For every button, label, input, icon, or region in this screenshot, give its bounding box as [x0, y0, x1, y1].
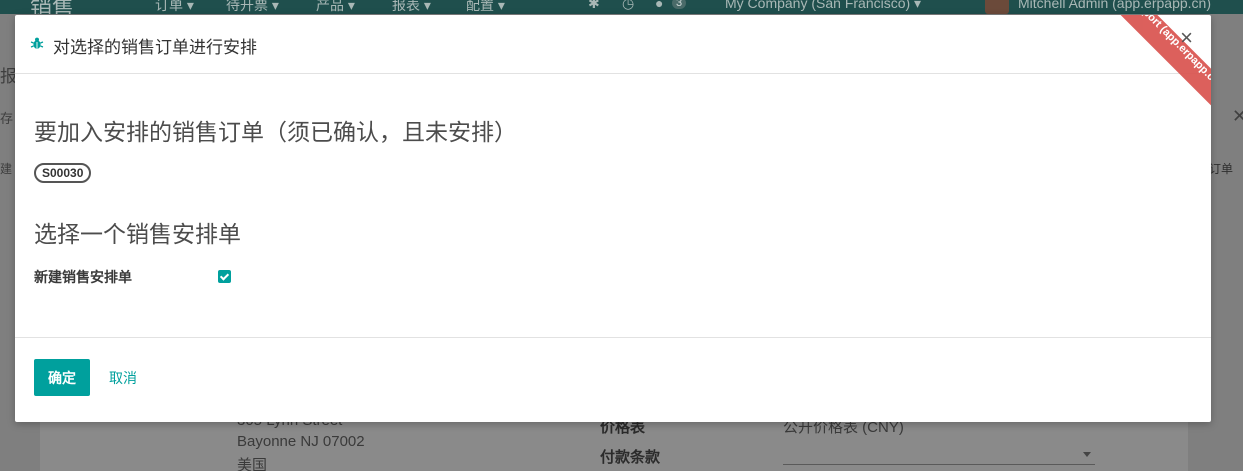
- orders-section-title: 要加入安排的销售订单（须已确认，且未安排）: [34, 119, 517, 145]
- bg-dropdown-caret-icon: [1083, 452, 1091, 457]
- app-brand[interactable]: 销售: [30, 0, 74, 14]
- menu-reporting[interactable]: 报表 ▾: [392, 0, 431, 14]
- new-schedule-label: 新建销售安排单: [34, 269, 132, 285]
- bug-icon: [30, 37, 44, 49]
- bg-address-line2: Bayonne NJ 07002: [237, 433, 365, 450]
- user-avatar[interactable]: [985, 0, 1009, 14]
- close-icon[interactable]: ×: [1180, 27, 1193, 49]
- message-count-badge: 3: [672, 0, 687, 9]
- new-schedule-checkbox[interactable]: [218, 270, 231, 283]
- select-schedule-title: 选择一个销售安排单: [34, 221, 241, 247]
- support-ribbon: Support (app.erpapp.cn): [1107, 15, 1211, 109]
- dialog-header: 对选择的销售订单进行安排 Support (app.erpapp.cn) ×: [15, 15, 1211, 109]
- chat-icon[interactable]: ●: [655, 0, 663, 11]
- bg-order-button-fragment: 订单: [1208, 162, 1233, 176]
- confirm-button[interactable]: 确定: [34, 359, 90, 396]
- order-tag[interactable]: S00030: [34, 163, 92, 183]
- bg-close-icon: ✕: [1232, 106, 1243, 126]
- menu-products[interactable]: 产品 ▾: [316, 0, 355, 14]
- activity-icon[interactable]: ◷: [622, 0, 634, 12]
- bg-save-button-fragment: 存: [0, 111, 14, 126]
- debug-icon[interactable]: ✱: [588, 0, 600, 12]
- menu-orders[interactable]: 订单 ▾: [155, 0, 194, 14]
- company-switcher[interactable]: My Company (San Francisco) ▾: [725, 0, 921, 12]
- bg-payment-terms-field: [783, 464, 1095, 465]
- top-navbar: 销售 订单 ▾ 待开票 ▾ 产品 ▾ 报表 ▾ 配置 ▾ ✱ ◷ ● 3 My …: [0, 0, 1243, 14]
- cancel-button[interactable]: 取消: [109, 368, 137, 388]
- dialog-title: 对选择的销售订单进行安排: [53, 38, 257, 57]
- bg-address-line3: 美国: [237, 457, 268, 471]
- bg-payment-terms-label: 付款条款: [600, 449, 661, 466]
- user-menu[interactable]: Mitchell Admin (app.erpapp.cn): [1018, 0, 1211, 11]
- menu-to-invoice[interactable]: 待开票 ▾: [226, 0, 279, 14]
- menu-configuration[interactable]: 配置 ▾: [466, 0, 505, 14]
- schedule-dialog: 对选择的销售订单进行安排 Support (app.erpapp.cn) × 要…: [15, 15, 1211, 422]
- bg-create-button-fragment: 建: [0, 162, 13, 176]
- dialog-footer: 确定 取消: [15, 337, 1211, 422]
